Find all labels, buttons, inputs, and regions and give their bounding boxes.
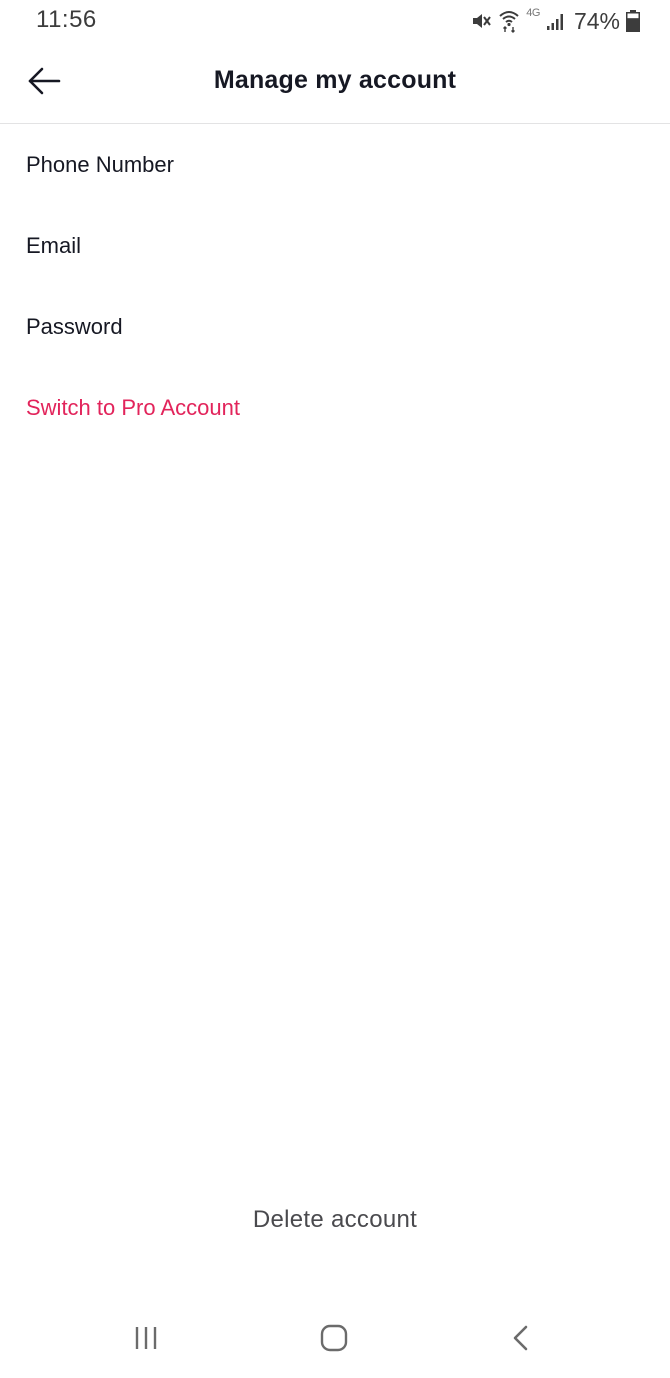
battery-percent: 74% <box>573 7 620 34</box>
page-title: Manage my account <box>213 66 457 94</box>
status-icons: 4G 74% <box>470 6 640 36</box>
status-bar: 11:56 4G 74% <box>0 0 670 44</box>
mute-icon <box>470 10 492 32</box>
email-item[interactable]: Email <box>0 205 670 286</box>
battery-icon <box>626 10 640 32</box>
system-back-button[interactable] <box>496 1320 546 1360</box>
account-menu: Phone Number Email Password Switch to Pr… <box>0 124 670 448</box>
recent-apps-icon <box>132 1324 160 1357</box>
phone-number-item[interactable]: Phone Number <box>0 124 670 205</box>
home-button[interactable] <box>309 1320 359 1360</box>
status-time: 11:56 <box>36 6 97 33</box>
signal-icon <box>546 11 566 31</box>
switch-to-pro-account-item[interactable]: Switch to Pro Account <box>0 367 670 448</box>
home-icon <box>319 1323 349 1358</box>
password-item[interactable]: Password <box>0 286 670 367</box>
recent-apps-button[interactable] <box>121 1320 171 1360</box>
network-type: 4G <box>526 7 540 19</box>
system-nav-bar <box>0 1300 670 1378</box>
nav-header: Manage my account <box>0 44 670 124</box>
back-icon <box>508 1323 534 1358</box>
delete-account-button[interactable]: Delete account <box>0 1206 670 1234</box>
wifi-icon <box>498 9 520 33</box>
